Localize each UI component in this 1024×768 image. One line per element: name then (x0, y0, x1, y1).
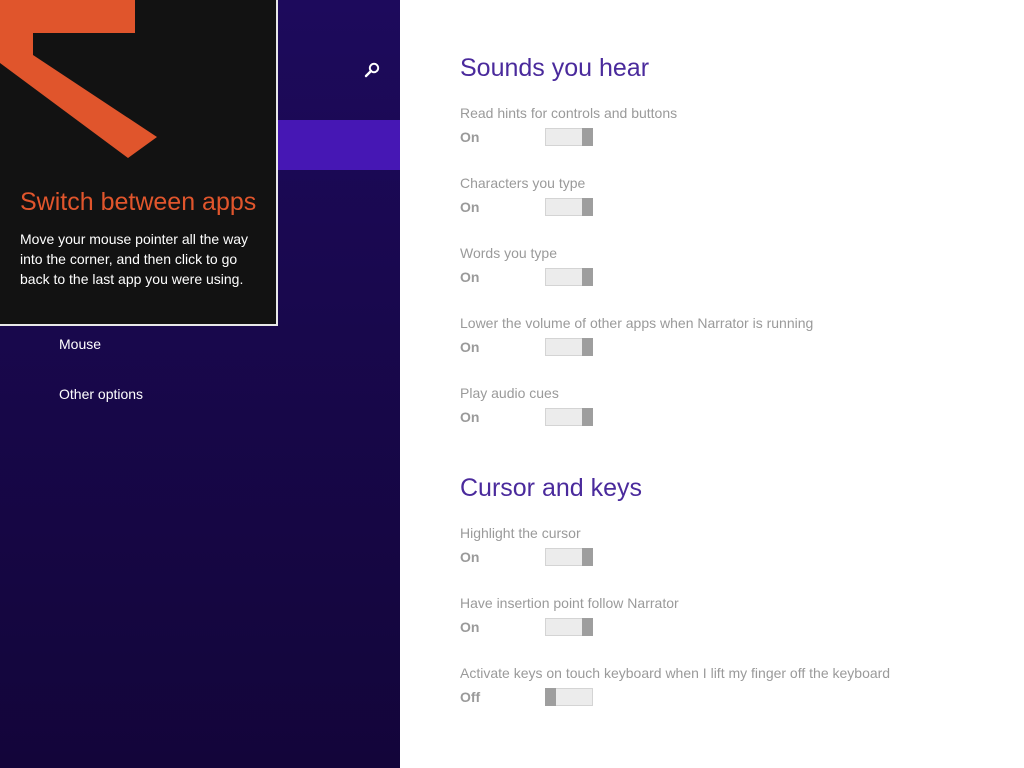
section-title-cursor-keys: Cursor and keys (460, 474, 643, 502)
setting-label: Words you type (460, 245, 558, 261)
corner-arrow-icon (0, 0, 157, 158)
setting-state: On (460, 409, 480, 425)
toggle-insertion-point-follow[interactable] (545, 618, 593, 636)
toggle-thumb (545, 688, 556, 706)
toggle-thumb (582, 198, 593, 216)
toggle-read-hints[interactable] (545, 128, 593, 146)
selected-nav-item[interactable] (275, 120, 400, 170)
tip-popup: Switch between apps Move your mouse poin… (0, 0, 278, 326)
setting-state: On (460, 269, 480, 285)
setting-state: Off (460, 689, 481, 705)
tip-body: Move your mouse pointer all the way into… (20, 231, 248, 287)
toggle-thumb (582, 618, 593, 636)
setting-label: Highlight the cursor (460, 525, 581, 541)
toggle-thumb (582, 268, 593, 286)
toggle-thumb (582, 548, 593, 566)
toggle-lower-volume[interactable] (545, 338, 593, 356)
section-title-sounds: Sounds you hear (460, 54, 650, 82)
search-button[interactable] (360, 58, 384, 82)
setting-state: On (460, 199, 480, 215)
setting-label: Have insertion point follow Narrator (460, 595, 679, 611)
toggle-thumb (582, 338, 593, 356)
toggle-characters-you-type[interactable] (545, 198, 593, 216)
toggle-words-you-type[interactable] (545, 268, 593, 286)
toggle-play-audio-cues[interactable] (545, 408, 593, 426)
setting-state: On (460, 549, 480, 565)
toggle-thumb (582, 128, 593, 146)
setting-state: On (460, 619, 480, 635)
setting-label: Activate keys on touch keyboard when I l… (460, 665, 891, 681)
setting-state: On (460, 129, 480, 145)
search-icon (364, 62, 380, 78)
setting-label: Read hints for controls and buttons (460, 105, 678, 121)
setting-label: Characters you type (460, 175, 586, 191)
nav-item-other-options[interactable]: Other options (59, 386, 143, 402)
setting-state: On (460, 339, 480, 355)
tip-title: Switch between apps (20, 188, 257, 216)
toggle-thumb (582, 408, 593, 426)
toggle-activate-keys-on-lift[interactable] (545, 688, 593, 706)
nav-item-mouse[interactable]: Mouse (59, 336, 101, 352)
setting-label: Lower the volume of other apps when Narr… (460, 315, 814, 331)
setting-label: Play audio cues (460, 385, 559, 401)
toggle-highlight-cursor[interactable] (545, 548, 593, 566)
